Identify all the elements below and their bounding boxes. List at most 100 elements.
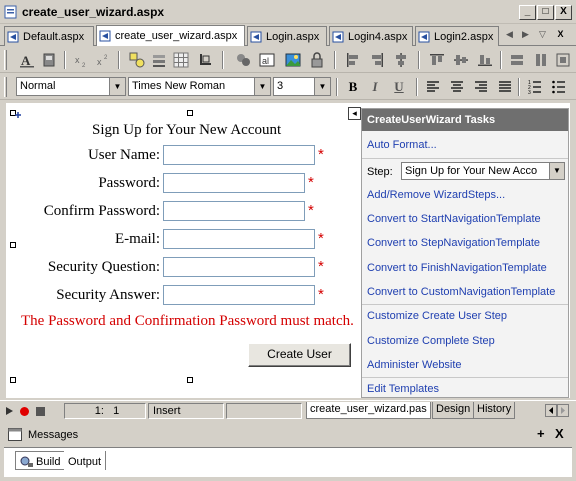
layers-icon[interactable] — [150, 51, 168, 69]
customize-complete-step-link[interactable]: Customize Complete Step — [367, 335, 495, 347]
email-input[interactable] — [163, 229, 315, 249]
align-text-left-icon[interactable] — [424, 78, 442, 96]
numbered-list-icon[interactable]: 123 — [526, 78, 544, 96]
tab-code-file[interactable]: create_user_wizard.pas — [306, 402, 431, 419]
tab-output[interactable]: Output — [64, 451, 107, 470]
block-format-select[interactable]: Normal ▼ — [16, 77, 126, 96]
align-top-icon[interactable] — [428, 51, 446, 69]
toolbar-grip[interactable] — [4, 50, 7, 70]
tab-login-aspx[interactable]: Login.aspx — [247, 26, 327, 46]
close-tab-icon[interactable]: X — [553, 28, 568, 42]
bullet-list-icon[interactable] — [550, 78, 568, 96]
tab-login4-aspx[interactable]: Login4.aspx — [329, 26, 413, 46]
anchor-icon[interactable] — [234, 51, 252, 69]
resize-handle[interactable] — [187, 110, 193, 116]
tab-label: Login2.aspx — [434, 30, 494, 43]
stop-macro-icon[interactable] — [35, 406, 46, 417]
resize-handle[interactable] — [187, 377, 193, 383]
tasks-panel-title: CreateUserWizard Tasks — [362, 109, 568, 131]
aspx-file-icon — [7, 31, 19, 42]
tab-default-aspx[interactable]: Default.aspx — [4, 26, 94, 46]
svg-text:2: 2 — [104, 55, 108, 61]
align-right-edges-icon[interactable] — [368, 51, 386, 69]
align-text-right-icon[interactable] — [472, 78, 490, 96]
convert-finishnavigation-link[interactable]: Convert to FinishNavigationTemplate — [367, 262, 547, 274]
convert-stepnavigation-link[interactable]: Convert to StepNavigationTemplate — [367, 237, 540, 249]
step-label: Step: — [367, 166, 393, 178]
tab-build[interactable]: Build — [15, 451, 66, 470]
same-size-icon[interactable] — [554, 51, 572, 69]
text-style-icon[interactable]: A — [18, 51, 36, 69]
resize-handle[interactable] — [10, 377, 16, 383]
close-panel-icon[interactable]: X — [555, 426, 564, 441]
absolute-position-icon[interactable] — [40, 51, 58, 69]
scroll-right-icon[interactable] — [557, 404, 569, 417]
tab-scroll-right-icon[interactable]: ▶ — [518, 28, 533, 42]
subscript-icon[interactable]: x2 — [72, 51, 90, 69]
toolbar-separator — [64, 51, 66, 69]
scroll-left-icon[interactable] — [545, 404, 557, 417]
confirm-password-input[interactable] — [163, 201, 305, 221]
aspx-file-icon — [332, 31, 344, 42]
font-size-select[interactable]: 3 ▼ — [273, 77, 331, 96]
dropdown-arrow-icon: ▼ — [109, 78, 125, 95]
move-glyph-icon[interactable] — [14, 111, 22, 119]
tab-label: create_user_wizard.aspx — [115, 30, 238, 42]
tab-list-icon[interactable]: ▽ — [535, 28, 550, 42]
window-titlebar: create_user_wizard.aspx _ □ X — [0, 0, 576, 24]
close-button[interactable]: X — [555, 5, 572, 20]
font-name-select[interactable]: Times New Roman ▼ — [128, 77, 271, 96]
align-centers-icon[interactable] — [392, 51, 410, 69]
create-user-button[interactable]: Create User — [248, 343, 351, 367]
bold-button[interactable]: B — [344, 78, 362, 96]
auto-format-link[interactable]: Auto Format... — [367, 139, 437, 151]
document-tabstrip: Default.aspx create_user_wizard.aspx Log… — [0, 24, 576, 46]
align-bottom-icon[interactable] — [476, 51, 494, 69]
tab-login2-aspx[interactable]: Login2.aspx — [415, 26, 499, 46]
toolbar-grip[interactable] — [4, 77, 7, 97]
convert-customnavigation-link[interactable]: Convert to CustomNavigationTemplate — [367, 286, 555, 298]
insert-image-icon[interactable] — [284, 51, 302, 69]
pin-icon[interactable]: + — [537, 426, 545, 441]
italic-button[interactable]: I — [366, 78, 384, 96]
insert-text-icon[interactable]: al — [258, 51, 276, 69]
step-select[interactable]: Sign Up for Your New Acco ▼ — [401, 162, 565, 180]
security-question-input[interactable] — [163, 257, 315, 277]
tab-design[interactable]: Design — [432, 402, 475, 419]
administer-website-link[interactable]: Administer Website — [367, 359, 462, 371]
aspx-file-icon — [418, 31, 430, 42]
align-text-center-icon[interactable] — [448, 78, 466, 96]
grid-icon[interactable] — [172, 51, 190, 69]
security-question-label: Security Question: — [47, 259, 160, 275]
record-macro-icon[interactable] — [19, 406, 30, 417]
maximize-button[interactable]: □ — [537, 5, 554, 20]
align-left-edges-icon[interactable] — [344, 51, 362, 69]
underline-button[interactable]: U — [390, 78, 408, 96]
messages-title: Messages — [28, 429, 79, 441]
same-width-icon[interactable] — [508, 51, 526, 69]
password-label: Password: — [98, 175, 160, 191]
block-format-value: Normal — [20, 80, 56, 92]
add-remove-wizardsteps-link[interactable]: Add/Remove WizardSteps... — [367, 189, 505, 201]
same-height-icon[interactable] — [532, 51, 550, 69]
shapes-icon[interactable] — [128, 51, 146, 69]
customize-create-user-step-link[interactable]: Customize Create User Step — [367, 310, 507, 322]
messages-content[interactable]: Build Output — [4, 447, 572, 477]
username-input[interactable] — [163, 145, 315, 165]
snap-icon[interactable] — [196, 51, 214, 69]
edit-templates-link[interactable]: Edit Templates — [367, 383, 439, 395]
convert-startnavigation-link[interactable]: Convert to StartNavigationTemplate — [367, 213, 541, 225]
lock-icon[interactable] — [308, 51, 326, 69]
security-answer-input[interactable] — [163, 285, 315, 305]
svg-text:x: x — [75, 55, 80, 65]
align-middle-icon[interactable] — [452, 51, 470, 69]
superscript-icon[interactable]: x2 — [94, 51, 112, 69]
justify-text-icon[interactable] — [496, 78, 514, 96]
password-input[interactable] — [163, 173, 305, 193]
tab-scroll-left-icon[interactable]: ◀ — [502, 28, 517, 42]
minimize-button[interactable]: _ — [519, 5, 536, 20]
tab-history[interactable]: History — [473, 402, 516, 419]
smart-tag-button[interactable]: ◂ — [348, 107, 361, 120]
play-macro-icon[interactable] — [4, 406, 14, 416]
tab-create-user-wizard[interactable]: create_user_wizard.aspx — [96, 25, 245, 46]
